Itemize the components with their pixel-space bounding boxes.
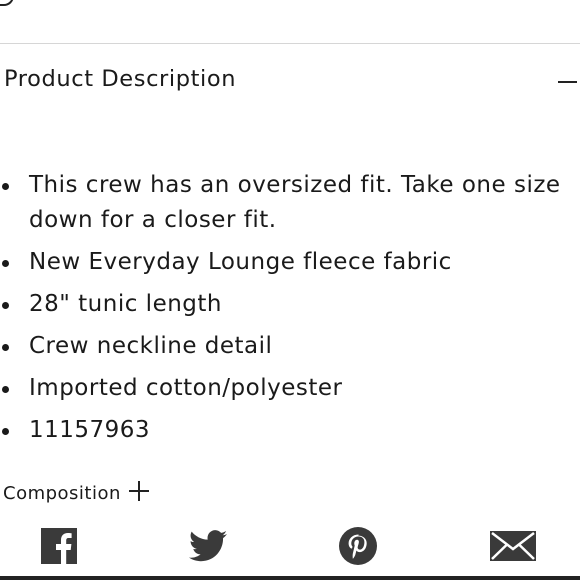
twitter-share-button[interactable] [189, 530, 227, 562]
list-item: Crew neckline detail [0, 329, 580, 364]
pinterest-share-button[interactable] [339, 527, 377, 565]
list-item-text: Imported cotton/polyester [29, 375, 343, 401]
email-icon [490, 531, 536, 561]
email-share-button[interactable] [490, 531, 536, 561]
pinterest-icon [339, 527, 377, 565]
bullet-icon [2, 302, 9, 309]
list-item: 11157963 [0, 413, 580, 448]
list-item-text: 28" tunic length [29, 291, 222, 317]
plus-icon[interactable] [128, 481, 149, 501]
list-item-text: 11157963 [29, 417, 151, 443]
bottom-border [0, 576, 580, 580]
minus-icon[interactable] [558, 81, 577, 83]
list-item: New Everyday Lounge fleece fabric [0, 245, 580, 280]
product-description-list: This crew has an oversized fit. Take one… [0, 168, 580, 455]
list-item-text: Crew neckline detail [29, 333, 273, 359]
bullet-icon [2, 428, 9, 435]
facebook-icon [41, 528, 77, 564]
bullet-icon [2, 260, 9, 267]
product-description-title: Product Description [4, 66, 237, 92]
twitter-icon [189, 530, 227, 562]
bullet-icon [2, 344, 9, 351]
partial-icon-fragment [0, 0, 14, 6]
list-item-text: New Everyday Lounge fleece fabric [29, 249, 452, 275]
list-item: This crew has an oversized fit. Take one… [0, 168, 580, 238]
composition-label: Composition [3, 482, 121, 504]
facebook-share-button[interactable] [41, 528, 77, 564]
composition-toggle[interactable]: Composition [3, 478, 149, 508]
share-bar [0, 524, 580, 574]
bullet-icon [2, 183, 9, 190]
list-item: Imported cotton/polyester [0, 371, 580, 406]
list-item-text: This crew has an oversized fit. Take one… [29, 172, 561, 233]
list-item: 28" tunic length [0, 287, 580, 322]
product-description-header[interactable]: Product Description [0, 44, 580, 119]
bullet-icon [2, 386, 9, 393]
